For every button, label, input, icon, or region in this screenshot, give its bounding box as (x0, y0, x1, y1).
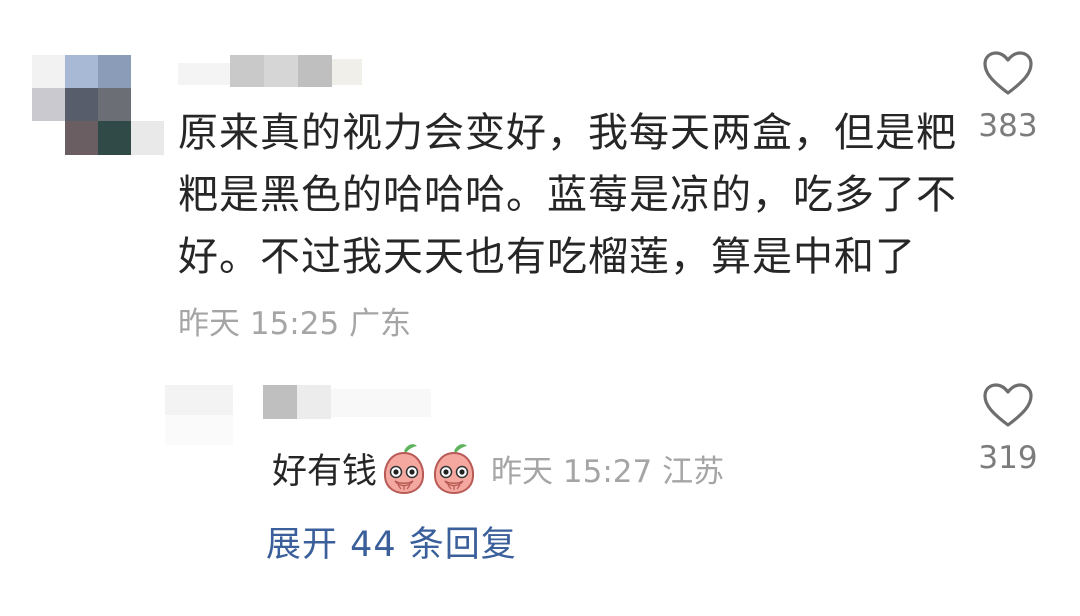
reply-avatar[interactable] (165, 385, 233, 445)
reply-meta: 昨天 15:27 江苏 (491, 446, 724, 491)
comment-location: 广东 (349, 306, 412, 342)
heart-icon (983, 383, 1033, 427)
comment-meta: 昨天 15:25 广东 (178, 298, 411, 343)
reply-text: 好有钱 (272, 451, 378, 492)
reply-like-count: 319 (978, 440, 1038, 476)
username-blurred[interactable] (178, 55, 368, 87)
comment-like-count: 383 (978, 108, 1038, 144)
peach-cover-mouth-icon (434, 444, 475, 495)
expand-replies-link[interactable]: 展开 44 条回复 (266, 516, 517, 567)
comment-text: 原来真的视力会变好，我每天两盒，但是粑 粑是黑色的哈哈哈。蓝莓是凉的，吃多了不 … (178, 110, 957, 280)
reply-time: 昨天 15:27 (491, 453, 653, 490)
reply-username-blurred[interactable] (263, 385, 433, 419)
reply-line: 好有钱 昨天 15:27 江苏 (272, 440, 724, 496)
avatar[interactable] (32, 55, 164, 155)
reply-like-button[interactable]: 319 (963, 382, 1053, 482)
peach-cover-mouth-icon (384, 444, 425, 495)
comment-like-button[interactable]: 383 (963, 50, 1053, 150)
comment-time: 昨天 15:25 (178, 306, 340, 342)
reply-location: 江苏 (662, 453, 725, 490)
heart-icon (983, 51, 1033, 95)
